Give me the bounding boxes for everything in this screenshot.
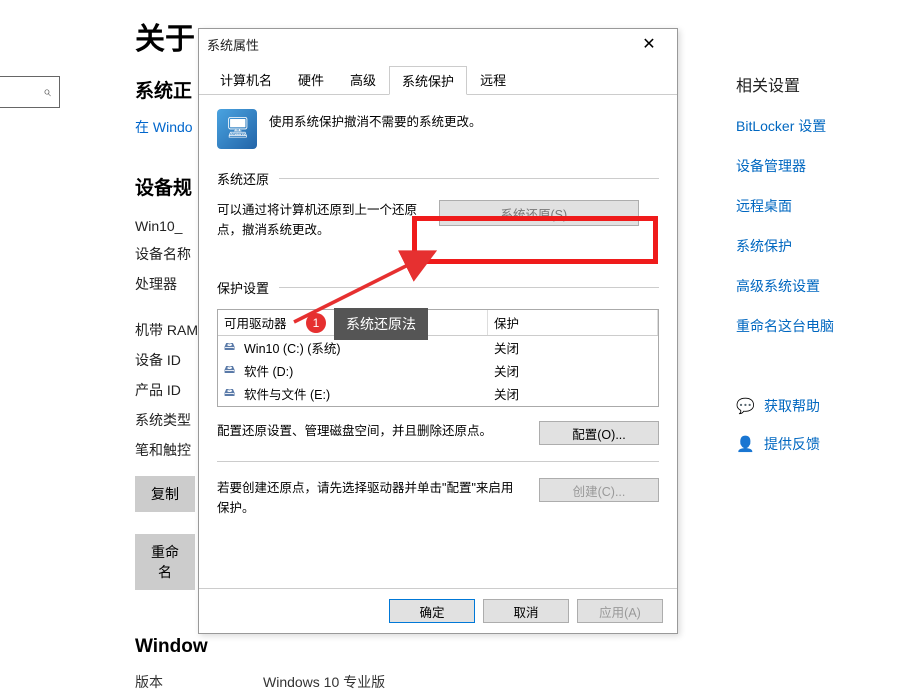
section-windows-specs: Window [135,636,918,658]
link-bitlocker[interactable]: BitLocker 设置 [736,116,886,136]
section-restore-label: 系统还原 [217,169,269,188]
related-settings-heading: 相关设置 [736,72,886,96]
related-settings-panel: 相关设置 BitLocker 设置 设备管理器 远程桌面 系统保护 高级系统设置… [736,72,886,472]
tab-advanced[interactable]: 高级 [337,65,389,94]
feedback-link[interactable]: 👤 提供反馈 [736,434,886,454]
drive-name: 软件与文件 (E:) [244,384,494,403]
shield-icon [217,109,257,149]
annotation-badge-1: 1 [306,313,326,333]
drive-name: 软件 (D:) [244,361,494,380]
drive-row[interactable]: 🖴我的文件 (F:)关闭 [218,405,658,407]
intro-text: 使用系统保护撤消不需要的系统更改。 [269,109,482,130]
drive-icon: 🖴 [224,361,240,380]
divider [279,178,659,179]
link-remote-desktop[interactable]: 远程桌面 [736,196,886,216]
drive-icon: 🖴 [224,384,240,403]
create-description: 若要创建还原点，请先选择驱动器并单击"配置"来启用保护。 [217,478,525,518]
configure-button[interactable]: 配置(O)... [539,421,659,445]
link-advanced-system[interactable]: 高级系统设置 [736,276,886,296]
edition-value: Windows 10 专业版 [263,674,385,690]
feedback-icon: 👤 [736,435,754,453]
tab-computer-name[interactable]: 计算机名 [207,65,285,94]
link-system-protection[interactable]: 系统保护 [736,236,886,256]
dialog-body: 使用系统保护撤消不需要的系统更改。 系统还原 可以通过将计算机还原到上一个还原点… [199,95,677,532]
divider [279,287,659,288]
dialog-titlebar[interactable]: 系统属性 ✕ [199,29,677,59]
column-protection[interactable]: 保护 [488,310,658,335]
drive-row[interactable]: 🖴软件与文件 (E:)关闭 [218,382,658,405]
copy-button[interactable]: 复制 [135,476,195,512]
section-protect-label: 保护设置 [217,278,269,297]
feedback-label: 提供反馈 [764,434,820,454]
chat-icon: 💬 [736,397,754,415]
drive-list[interactable]: 可用驱动器 保护 🖴Win10 (C:) (系统)关闭 🖴软件 (D:)关闭 🖴… [217,309,659,407]
get-help-link[interactable]: 💬 获取帮助 [736,396,886,416]
drive-row[interactable]: 🖴软件 (D:)关闭 [218,359,658,382]
tab-system-protection[interactable]: 系统保护 [389,66,467,95]
annotation-tooltip: 系统还原法 [334,308,428,340]
windows-security-link[interactable]: 在 Windo [135,119,193,135]
cancel-button[interactable]: 取消 [483,599,569,623]
create-button[interactable]: 创建(C)... [539,478,659,502]
drive-name: Win10 (C:) (系统) [244,338,494,357]
configure-description: 配置还原设置、管理磁盘空间，并且删除还原点。 [217,421,525,441]
drive-row[interactable]: 🖴Win10 (C:) (系统)关闭 [218,336,658,359]
dialog-title: 系统属性 [207,35,629,54]
system-properties-dialog: 系统属性 ✕ 计算机名 硬件 高级 系统保护 远程 使用系统保护撤消不需要的系统… [198,28,678,634]
drive-status: 关闭 [494,384,652,403]
edition-label: 版本 [135,674,163,690]
get-help-label: 获取帮助 [764,396,820,416]
tab-remote[interactable]: 远程 [467,65,519,94]
rename-button[interactable]: 重命名 [135,534,195,590]
drive-icon: 🖴 [224,338,240,357]
search-input[interactable]: ⌕ [0,76,60,108]
close-button[interactable]: ✕ [629,34,669,54]
dialog-footer: 确定 取消 应用(A) [199,588,677,633]
annotation-highlight-box [412,216,658,264]
drive-status: 关闭 [494,338,652,357]
link-rename-pc[interactable]: 重命名这台电脑 [736,316,886,336]
drive-status: 关闭 [494,361,652,380]
ok-button[interactable]: 确定 [389,599,475,623]
search-icon: ⌕ [43,83,51,100]
restore-description: 可以通过将计算机还原到上一个还原点，撤消系统更改。 [217,200,425,240]
link-device-manager[interactable]: 设备管理器 [736,156,886,176]
apply-button[interactable]: 应用(A) [577,599,663,623]
dialog-tabs: 计算机名 硬件 高级 系统保护 远程 [199,59,677,95]
divider [217,461,659,462]
tab-hardware[interactable]: 硬件 [285,65,337,94]
